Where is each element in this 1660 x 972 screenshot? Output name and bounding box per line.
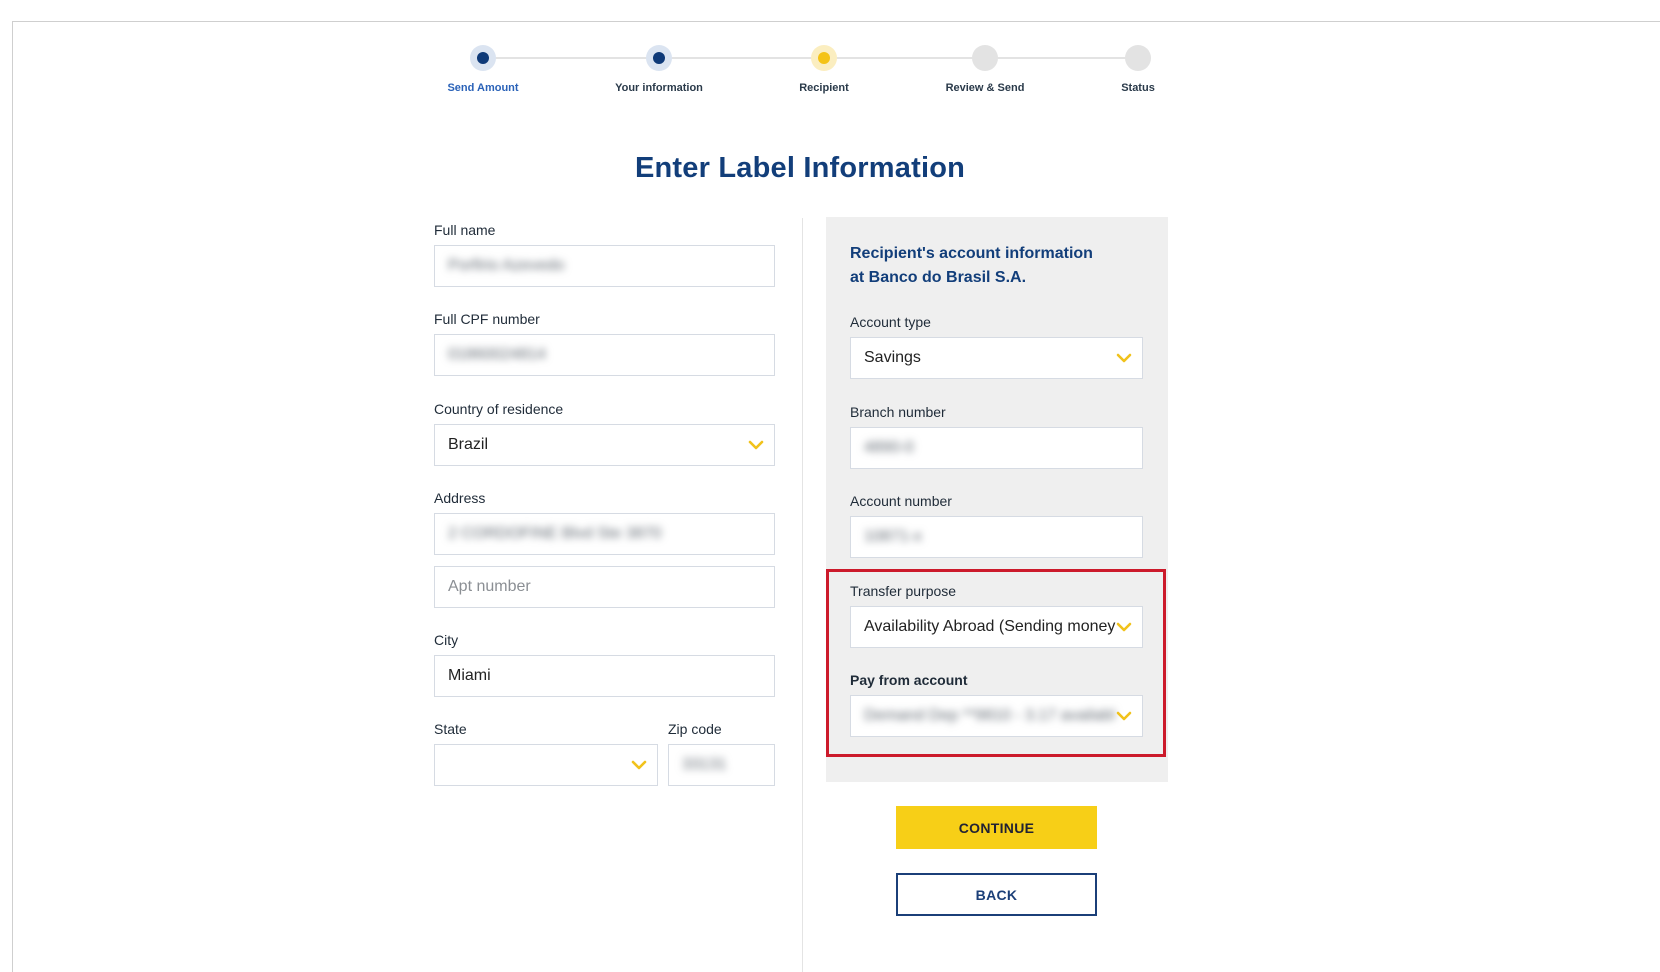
address-value: 2 CORDOFINE Blvd Ste 3870 <box>448 525 662 542</box>
step-dot-recipient <box>811 45 837 71</box>
city-input[interactable]: Miami <box>434 655 775 697</box>
city-value: Miami <box>448 667 491 684</box>
apt-number-input[interactable]: Apt number <box>434 566 775 608</box>
chevron-down-icon <box>748 440 764 450</box>
step-label-review-send: Review & Send <box>945 82 1025 94</box>
column-divider <box>802 218 803 972</box>
panel-title-line2: at Banco do Brasil S.A. <box>850 269 1027 286</box>
account-type-value: Savings <box>864 349 921 366</box>
chevron-down-icon <box>1116 353 1132 363</box>
continue-button[interactable]: CONTINUE <box>896 806 1097 849</box>
highlight-box <box>826 569 1166 757</box>
state-select[interactable] <box>434 744 658 786</box>
address-input[interactable]: 2 CORDOFINE Blvd Ste 3870 <box>434 513 775 555</box>
cpf-label: Full CPF number <box>434 311 540 327</box>
step-dot-status <box>1125 45 1151 71</box>
step-dot-your-information[interactable] <box>646 45 672 71</box>
page-title: Enter Label Information <box>634 152 966 184</box>
step-label-send-amount[interactable]: Send Amount <box>413 82 553 94</box>
progress-stepper: Send Amount Your information Recipient R… <box>0 0 1660 110</box>
country-label: Country of residence <box>434 401 564 417</box>
step-dot-review-send <box>972 45 998 71</box>
cpf-value: 01860024814 <box>448 346 546 363</box>
panel-title-line1: Recipient's account information <box>850 245 1093 262</box>
full-name-input[interactable]: Porfirio Azevedo <box>434 245 775 287</box>
country-select[interactable]: Brazil <box>434 424 775 466</box>
account-number-input[interactable]: 10871-x <box>850 516 1143 558</box>
full-name-label: Full name <box>434 222 496 238</box>
zip-label: Zip code <box>668 721 722 737</box>
zip-input[interactable]: 33131 <box>668 744 775 786</box>
branch-label: Branch number <box>850 404 946 420</box>
branch-value: 4890-0 <box>864 439 914 456</box>
step-label-status: Status <box>1121 82 1155 94</box>
address-label: Address <box>434 490 486 506</box>
branch-input[interactable]: 4890-0 <box>850 427 1143 469</box>
account-number-label: Account number <box>850 493 952 509</box>
account-number-value: 10871-x <box>864 528 922 545</box>
step-label-your-information[interactable]: Your information <box>589 82 729 94</box>
back-button[interactable]: BACK <box>896 873 1097 916</box>
apt-number-placeholder: Apt number <box>448 578 531 595</box>
step-dot-send-amount[interactable] <box>470 45 496 71</box>
account-type-label: Account type <box>850 314 931 330</box>
state-label: State <box>434 721 467 737</box>
account-type-select[interactable]: Savings <box>850 337 1143 379</box>
panel-title: Recipient's account information at Banco… <box>850 242 1150 290</box>
full-name-value: Porfirio Azevedo <box>448 257 565 274</box>
step-label-recipient: Recipient <box>799 82 849 94</box>
country-value: Brazil <box>448 436 489 453</box>
city-label: City <box>434 632 459 648</box>
zip-value: 33131 <box>682 756 727 773</box>
cpf-input[interactable]: 01860024814 <box>434 334 775 376</box>
chevron-down-icon <box>631 760 647 770</box>
